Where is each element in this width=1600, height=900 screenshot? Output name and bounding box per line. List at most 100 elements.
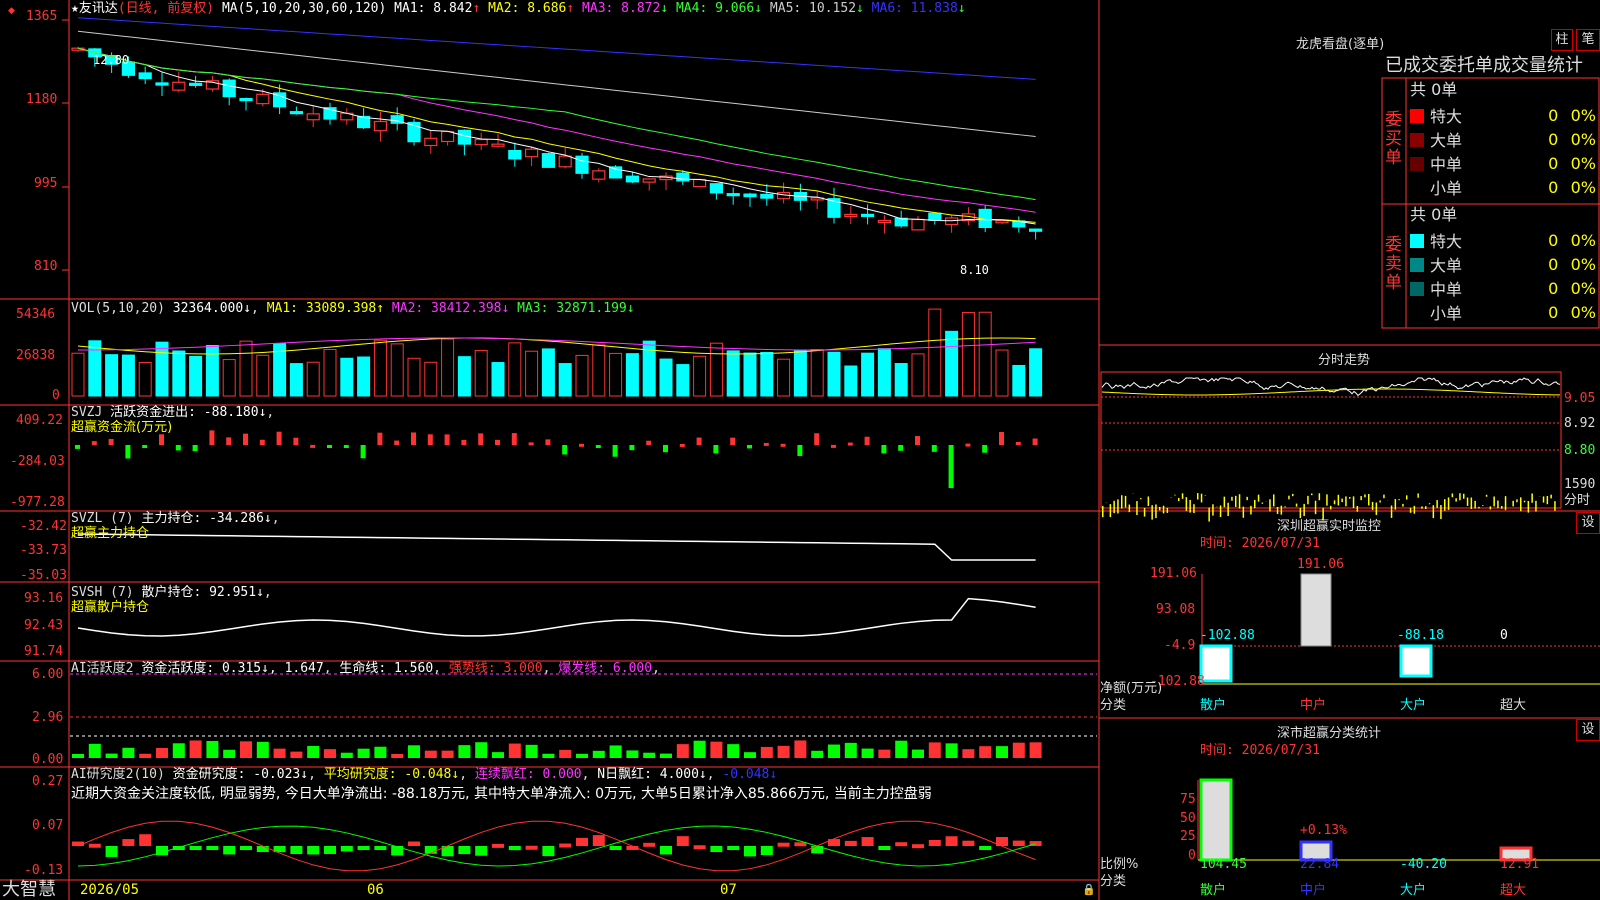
activity-bar (828, 744, 840, 758)
intraday-volume-bar (1307, 495, 1309, 505)
sell-order-row: 特大 0 0% (1406, 228, 1600, 252)
classify-value: 22.84 (1300, 857, 1340, 872)
fund-flow-bar (982, 445, 988, 453)
research-bar (256, 846, 269, 852)
candle-body (928, 212, 942, 221)
intraday-unit-label: 分时 (1564, 493, 1591, 508)
color-swatch (1410, 181, 1424, 195)
intraday-volume-bar (1409, 507, 1412, 513)
stock-name: ★友讯达 (71, 1, 118, 16)
activity-bar (156, 747, 168, 758)
activity-bar (693, 740, 706, 758)
stock-period: (日线, 前复权) (117, 1, 215, 16)
main-chart-header: ★友讯达(日线, 前复权) MA(5,10,20,30,60,120) MA1:… (71, 1, 966, 16)
intraday-volume-bar (1466, 497, 1469, 506)
ai1-axis-label: 6.00 (32, 667, 64, 682)
date-label[interactable]: 2026/05 (80, 883, 139, 898)
intraday-volume-bar (1288, 495, 1290, 500)
activity-bar (324, 749, 336, 758)
volume-bar (760, 351, 774, 397)
date-label[interactable]: 06 (367, 883, 384, 898)
intraday-volume-bar (1516, 499, 1518, 503)
volume-bar (659, 358, 673, 397)
vol-axis-label: 26838 (16, 348, 56, 363)
kline-chart-canvas[interactable] (0, 0, 1600, 900)
monitor-bar (1300, 573, 1332, 647)
research-bar (928, 839, 941, 846)
monitor-tick: -4.9 (1164, 638, 1196, 653)
intraday-title: 分时走势 (1318, 353, 1371, 368)
volume-bar (575, 354, 589, 397)
date-label[interactable]: 07 (720, 883, 737, 898)
research-bar (374, 846, 387, 850)
fund-flow-bar (1015, 441, 1021, 445)
bar-mode-button[interactable]: 柱 (1551, 29, 1573, 51)
intraday-volume-bar (1174, 494, 1176, 496)
price-axis-label: 1365 (26, 9, 58, 24)
activity-bar (357, 748, 370, 758)
activity-bar (760, 746, 773, 758)
candle-body (524, 148, 539, 158)
monitor-top-value: 191.06 (1297, 557, 1344, 572)
volume-bar (407, 357, 421, 397)
candle-body (256, 93, 270, 105)
intraday-volume-bar (1242, 506, 1245, 518)
chart-corner-marker: ◆ (8, 6, 15, 16)
fund-flow-bar (864, 436, 870, 445)
svzl-axis-label: -32.42 (20, 519, 67, 534)
intraday-volume-bar (1485, 494, 1488, 497)
ma3-value: MA3: 8.872↓ (582, 1, 669, 16)
intraday-volume-bar (1254, 499, 1256, 509)
volume-bar (877, 348, 891, 397)
research-bar (962, 840, 975, 846)
fund-flow-bar (142, 445, 148, 448)
research-bar (844, 840, 857, 846)
research-bar (727, 846, 740, 850)
activity-bar (626, 750, 639, 758)
volume-bar (726, 350, 740, 397)
fund-flow-bar (915, 436, 920, 445)
fund-flow-bar (444, 434, 450, 445)
activity-bar (105, 753, 118, 758)
research-bar (878, 846, 891, 850)
ai1-header: AI活跃度2 资金活跃度: 0.315↓, 1.647, 生命线: 1.560,… (71, 661, 660, 676)
sell-order-row: 大单 0 0% (1406, 252, 1600, 276)
intraday-volume-bar (1113, 500, 1115, 514)
ai2-header: AI研究度2(10) 资金研究度: -0.023↓, 平均研究度: -0.048… (71, 767, 778, 782)
research-bar (240, 846, 252, 850)
intraday-volume-bar (1193, 504, 1195, 514)
intraday-volume-bar (1284, 506, 1286, 508)
research-bar (340, 846, 353, 852)
activity-bar (223, 749, 236, 758)
research-bar (357, 846, 370, 850)
fund-flow-bar (293, 437, 299, 445)
activity-bar (609, 745, 622, 758)
fund-flow-bar (75, 445, 80, 449)
intraday-price-label: 8.80 (1564, 443, 1596, 458)
activity-bar (374, 746, 387, 758)
intraday-volume-bar (1295, 503, 1298, 507)
volume-bar (357, 356, 371, 397)
lock-icon[interactable]: 🔒 (1082, 882, 1096, 897)
candle-body (760, 193, 774, 199)
activity-bar (676, 744, 689, 758)
volume-bar (340, 357, 354, 397)
intraday-volume-bar (1318, 493, 1321, 501)
classify-settings-button[interactable]: 设 (1576, 719, 1600, 741)
vol-header: VOL(5,10,20) 32364.000↓, MA1: 33089.398↑… (71, 301, 635, 316)
monitor-settings-button[interactable]: 设 (1576, 512, 1600, 534)
volume-bar (978, 311, 992, 397)
tick-mode-button[interactable]: 笔 (1576, 29, 1600, 51)
price-axis-label: 1180 (26, 92, 58, 107)
volume-bar (508, 342, 522, 397)
activity-bar (576, 753, 588, 758)
intraday-volume-bar (1379, 500, 1381, 503)
color-swatch (1410, 234, 1424, 248)
volume-bar (709, 342, 723, 397)
intraday-volume-bar (1326, 494, 1328, 506)
intraday-volume-bar (1371, 501, 1374, 511)
activity-bar (340, 752, 353, 758)
volume-bar (894, 363, 908, 397)
fund-flow-bar (579, 443, 584, 447)
candle-body (424, 137, 438, 147)
